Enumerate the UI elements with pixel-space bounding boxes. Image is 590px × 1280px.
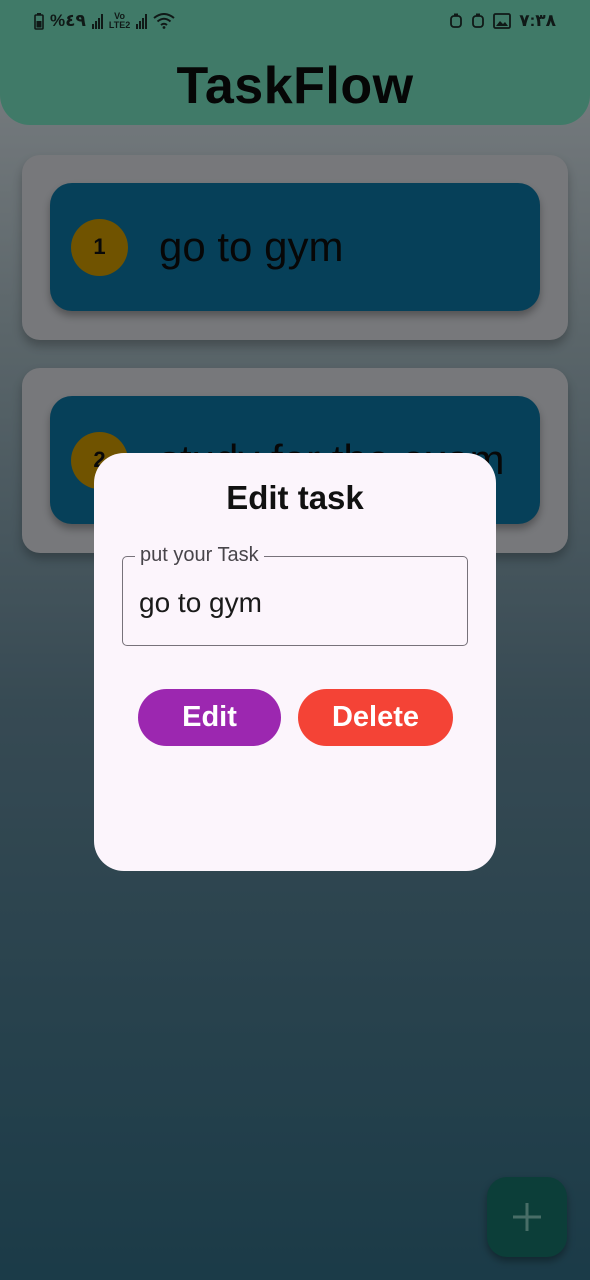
task-input[interactable] [139, 584, 449, 622]
dialog-title: Edit task [226, 479, 364, 516]
task-field: put your Task [122, 544, 468, 646]
edit-button[interactable]: Edit [138, 689, 281, 746]
edit-task-dialog: Edit task put your Task Edit Delete [94, 453, 496, 871]
delete-button[interactable]: Delete [298, 689, 453, 746]
task-field-label: put your Task [135, 544, 264, 567]
